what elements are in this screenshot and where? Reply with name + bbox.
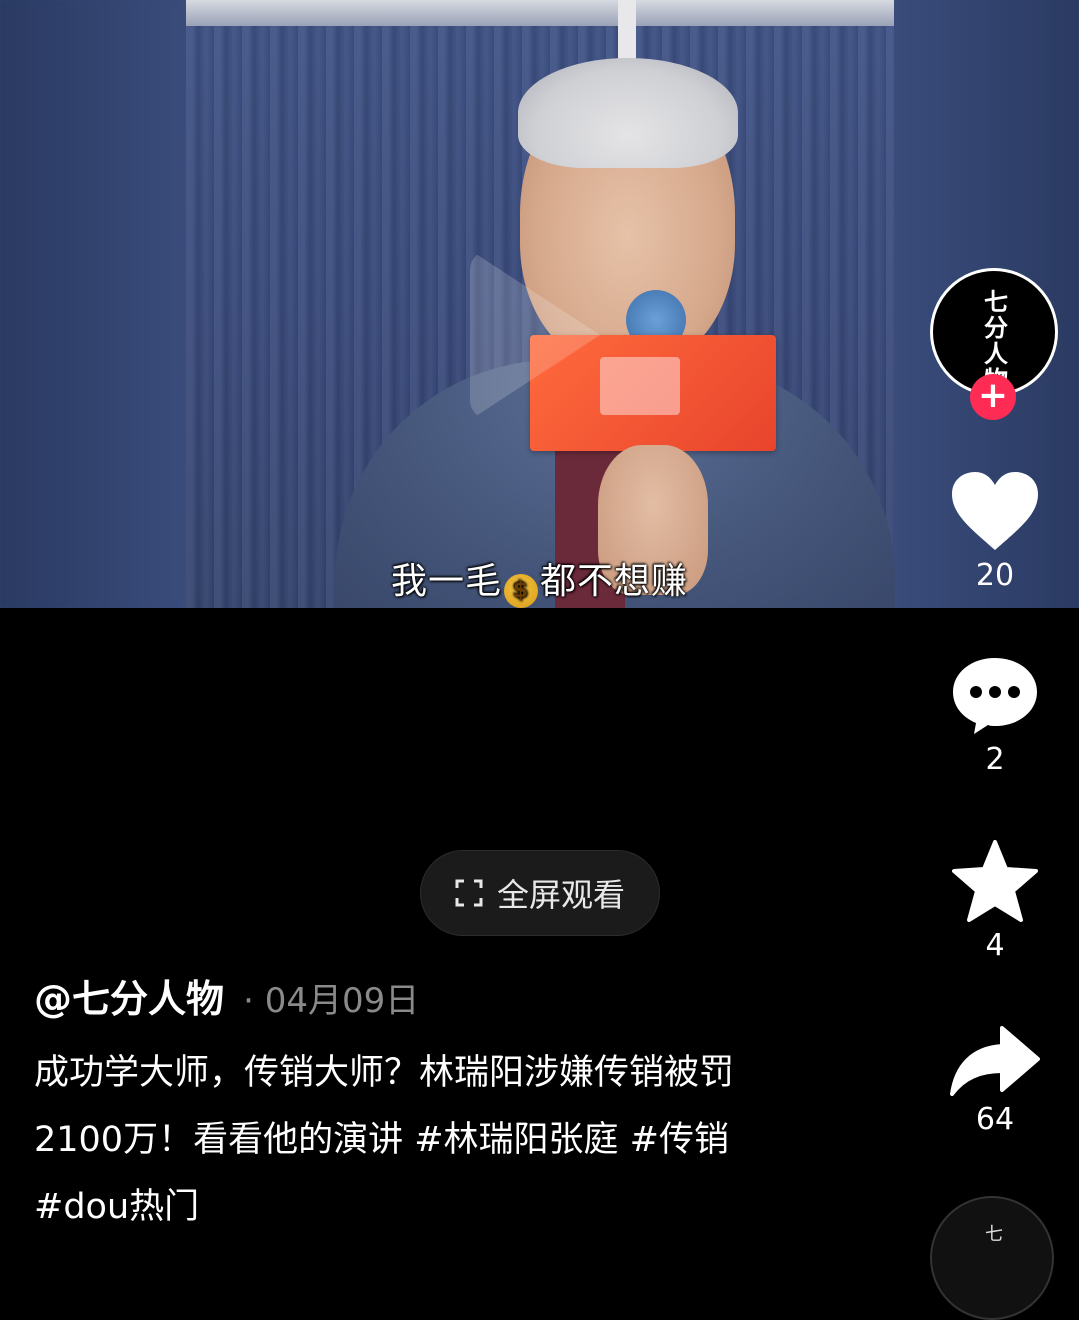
share-count: 64 [975,1102,1015,1137]
heart-icon [940,470,1050,552]
creator-avatar-group: 七分人物 + [930,268,1058,420]
video-pole [618,0,636,60]
money-bag-icon: $ [504,574,538,608]
share-arrow-icon [940,1026,1050,1096]
comment-icon [940,654,1050,736]
video-subtitle: 我一毛 $ 都不想赚 [0,552,1079,608]
post-date: · 04月09日 [243,981,420,1021]
follow-button[interactable]: + [970,374,1016,420]
speaker-hair [518,58,738,168]
subtitle-text-start: 我一毛 [390,561,502,602]
music-disc-logo: 七 [982,1224,1003,1242]
like-count: 20 [975,558,1015,593]
comment-count: 2 [985,742,1005,777]
favorite-count: 4 [985,928,1005,963]
author-name[interactable]: @七分人物 [34,977,224,1021]
fullscreen-icon [455,879,483,907]
comment-button[interactable]: 2 [940,654,1050,777]
star-icon [940,840,1050,922]
fullscreen-label: 全屏观看 [496,876,625,914]
share-button[interactable]: 64 [940,1026,1050,1137]
fullscreen-button[interactable]: 全屏观看 [420,850,660,936]
favorite-button[interactable]: 4 [940,840,1050,963]
music-disc[interactable]: 七 [930,1196,1054,1320]
post-caption: 成功学大师，传销大师？林瑞阳涉嫌传销被罚2100万！看看他的演讲 #林瑞阳张庭 … [34,1053,735,1227]
subtitle-text-end: 都不想赚 [540,561,689,602]
video-player[interactable]: 我一毛 $ 都不想赚 [0,0,1079,608]
like-button[interactable]: 20 [940,470,1050,593]
post-meta: @七分人物 · 04月09日 [34,968,419,1023]
video-ceiling [186,0,894,26]
video-blur-left [0,0,186,608]
